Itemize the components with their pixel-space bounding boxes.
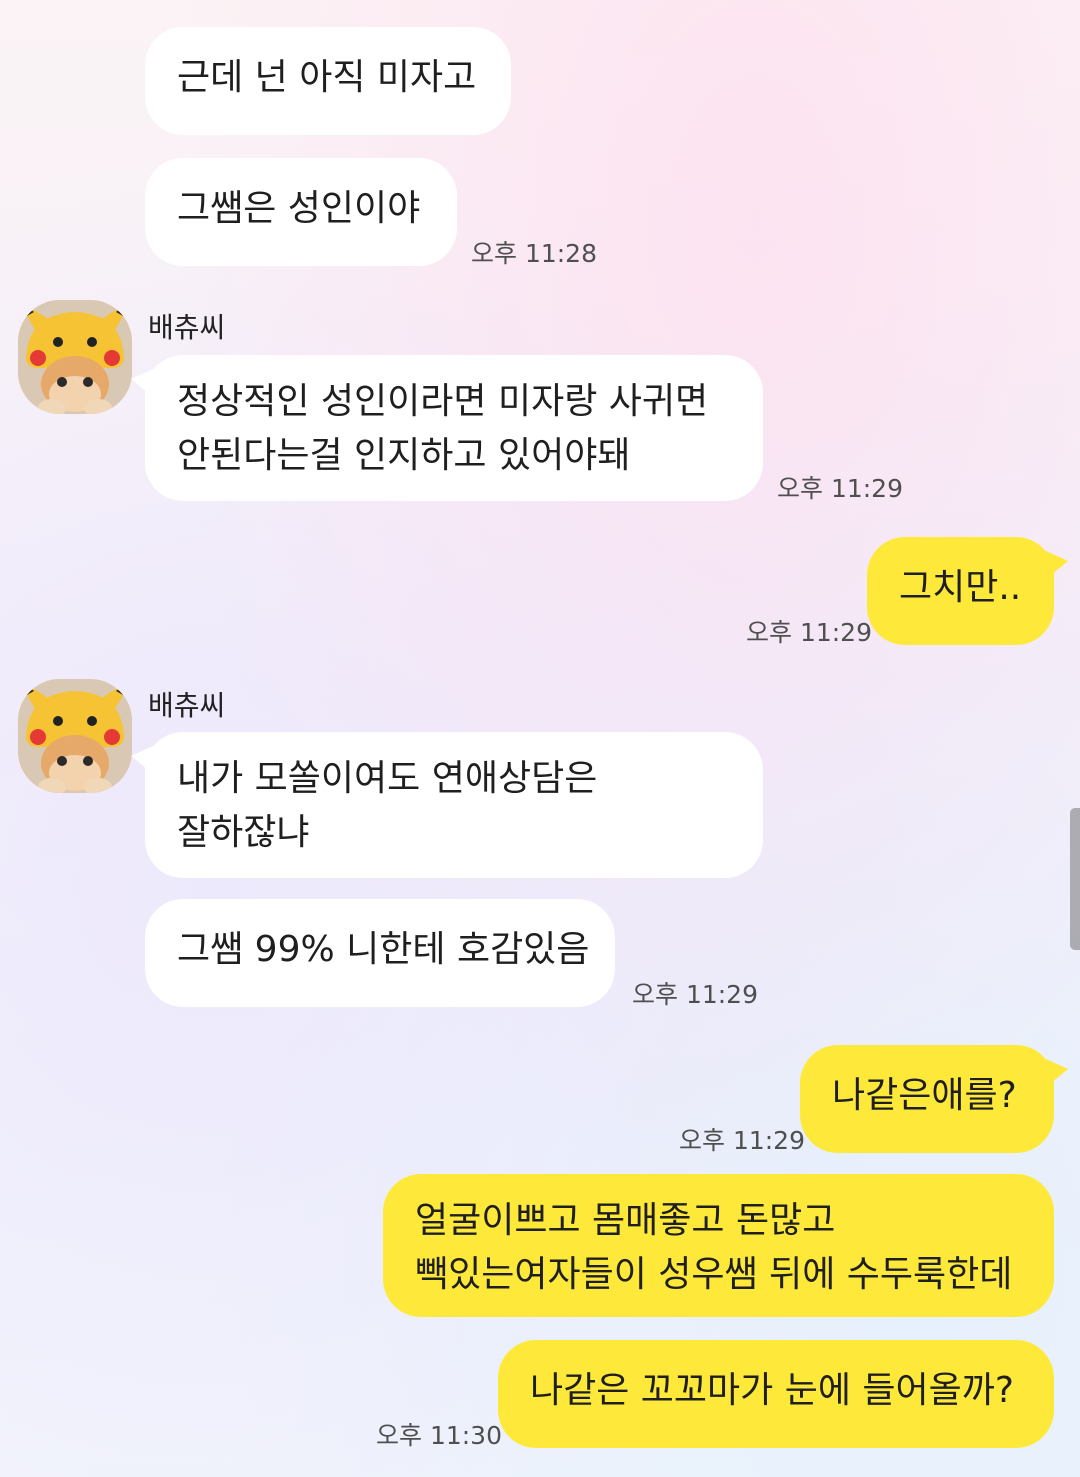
message-time: 오후 11:30	[376, 1421, 502, 1450]
message-line: 내가 모쏠이여도 연애상담은	[177, 758, 598, 799]
message-time: 오후 11:29	[632, 980, 758, 1009]
message-time: 오후 11:29	[746, 618, 872, 647]
outgoing-message-bubble[interactable]: 나같은 꼬꼬마가 눈에 들어올까?	[498, 1340, 1054, 1448]
message-text: 그쌤은 성인이야	[177, 188, 421, 229]
message-line: 안된다는걸 인지하고 있어야돼	[177, 435, 631, 476]
incoming-message-bubble[interactable]: 그쌤은 성인이야	[145, 158, 457, 266]
message-time: 오후 11:28	[471, 239, 597, 268]
message-time: 오후 11:29	[679, 1126, 805, 1155]
message-line: 얼굴이쁘고 몸매좋고 돈많고	[415, 1200, 836, 1241]
pikachu-hat-cat-avatar-icon	[18, 300, 132, 414]
outgoing-message-bubble[interactable]: 나같은애를?	[800, 1045, 1068, 1153]
incoming-message-bubble[interactable]: 근데 넌 아직 미자고	[145, 27, 511, 135]
message-line: 정상적인 성인이라면 미자랑 사귀면	[177, 381, 709, 422]
message-line: 빽있는여자들이 성우쌤 뒤에 수두룩한데	[415, 1254, 1013, 1295]
outgoing-message-bubble[interactable]: 그치만..	[867, 537, 1068, 645]
pikachu-hat-cat-avatar-icon	[18, 679, 132, 793]
message-time: 오후 11:29	[777, 474, 903, 503]
message-text: 그쌤 99% 니한테 호감있음	[177, 929, 590, 970]
incoming-message-bubble[interactable]: 정상적인 성인이라면 미자랑 사귀면 안된다는걸 인지하고 있어야돼	[131, 355, 763, 501]
message-text: 나같은 꼬꼬마가 눈에 들어올까?	[530, 1370, 1014, 1411]
message-text: 그치만..	[899, 567, 1022, 608]
outgoing-message-bubble[interactable]: 얼굴이쁘고 몸매좋고 돈많고 빽있는여자들이 성우쌤 뒤에 수두룩한데	[383, 1174, 1054, 1317]
sender-avatar[interactable]	[18, 300, 132, 414]
chat-area[interactable]: 근데 넌 아직 미자고 그쌤은 성인이야 오후 11:28 배츄씨 정상적인 성…	[0, 0, 1080, 1477]
incoming-message-bubble[interactable]: 그쌤 99% 니한테 호감있음	[145, 899, 615, 1007]
sender-name: 배츄씨	[148, 689, 226, 722]
message-text: 근데 넌 아직 미자고	[177, 57, 477, 98]
sender-name: 배츄씨	[148, 311, 226, 344]
scrollbar[interactable]	[1070, 808, 1080, 950]
message-line: 잘하잖냐	[177, 812, 310, 853]
message-text: 나같은애를?	[832, 1075, 1017, 1116]
incoming-message-bubble[interactable]: 내가 모쏠이여도 연애상담은 잘하잖냐	[131, 732, 763, 878]
sender-avatar[interactable]	[18, 679, 132, 793]
